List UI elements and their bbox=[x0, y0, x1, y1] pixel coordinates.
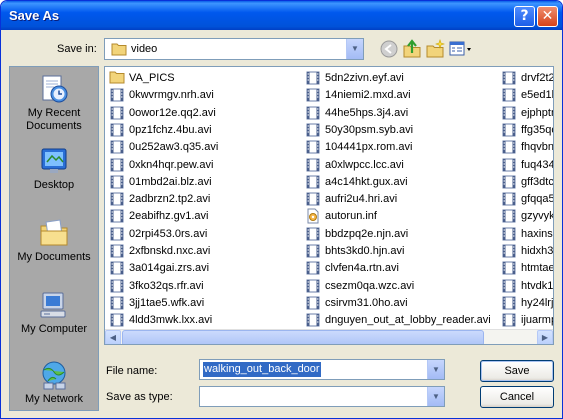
file-name: 2xfbnskd.nxc.avi bbox=[129, 245, 211, 257]
file-name: 02rpi453.0rs.avi bbox=[129, 227, 208, 240]
chevron-down-icon[interactable]: ▼ bbox=[427, 387, 444, 406]
chevron-down-icon[interactable]: ▼ bbox=[346, 39, 363, 59]
file-name: autorun.inf bbox=[325, 210, 377, 223]
file-name: gzyvykj bbox=[521, 210, 554, 223]
file-name: dnguyen_out_at_lobby_reader.avi bbox=[325, 314, 491, 327]
new-folder-icon[interactable] bbox=[425, 39, 445, 59]
file-name: gfqqa5r bbox=[521, 193, 553, 206]
desktop-icon bbox=[41, 148, 67, 173]
file-name: ffg35qc bbox=[521, 123, 554, 136]
folder-icon bbox=[111, 43, 127, 56]
place-my-computer[interactable]: My Computer bbox=[10, 289, 98, 336]
file-name: drvf2t2 bbox=[521, 72, 554, 84]
file-name: clvfen4a.rtn.avi bbox=[325, 262, 399, 275]
file-name: aufri2u4.hri.avi bbox=[325, 193, 398, 206]
file-name: a0xlwpcc.lcc.avi bbox=[325, 158, 404, 171]
save-as-dialog: Save As ? ✕ Save in: video ▼ My Recent D… bbox=[0, 0, 563, 419]
my-documents-icon bbox=[40, 219, 68, 246]
file-name: 01mbd2ai.blz.avi bbox=[129, 175, 212, 188]
up-folder-icon[interactable] bbox=[402, 39, 422, 59]
file-name-input[interactable]: walking_out_back_door ▼ bbox=[199, 359, 445, 380]
file-name: 0pz1fchz.4bu.avi bbox=[129, 123, 212, 136]
file-name: 2eabifhz.gv1.avi bbox=[129, 210, 209, 223]
save-as-type-dropdown[interactable]: ▼ bbox=[199, 386, 445, 407]
file-name: fuq434b bbox=[521, 158, 553, 171]
file-name: a4c14hkt.gux.avi bbox=[325, 175, 408, 188]
file-name: bbdzpq2e.njn.avi bbox=[325, 227, 409, 240]
file-name: 0kwvrmgv.nrh.avi bbox=[129, 89, 214, 102]
save-in-label: Save in: bbox=[57, 43, 97, 55]
file-name-value[interactable]: walking_out_back_door bbox=[203, 362, 321, 377]
help-icon: ? bbox=[520, 8, 529, 24]
file-name: 14niemi2.mxd.avi bbox=[325, 89, 411, 102]
folder-icon bbox=[109, 70, 125, 89]
file-name: 0owor12e.qq2.avi bbox=[129, 106, 216, 119]
places-bar: My Recent Documents Desktop My Documents bbox=[9, 66, 99, 411]
place-desktop[interactable]: Desktop bbox=[10, 145, 98, 192]
file-name: 104441px.rom.avi bbox=[325, 141, 413, 154]
save-in-value: video bbox=[131, 43, 158, 55]
file-name: htmtaei bbox=[521, 262, 554, 275]
file-name: gff3dtc bbox=[521, 175, 554, 188]
back-icon[interactable] bbox=[380, 39, 398, 59]
views-menu-icon[interactable] bbox=[448, 39, 474, 59]
file-name: 2adbrzn2.tp2.avi bbox=[129, 193, 211, 206]
file-name: fhqvbnz bbox=[521, 141, 554, 154]
file-name: 3a014gai.zrs.avi bbox=[129, 262, 210, 275]
help-button[interactable]: ? bbox=[514, 6, 535, 27]
file-name: 5dn2zivn.eyf.avi bbox=[325, 72, 404, 84]
my-computer-icon bbox=[40, 292, 66, 318]
file-name: hy24lrjx bbox=[521, 296, 554, 309]
file-name: ijuarmp bbox=[521, 314, 554, 327]
place-my-documents[interactable]: My Documents bbox=[10, 217, 98, 264]
file-name: bhts3kd0.hjn.avi bbox=[325, 245, 405, 257]
save-as-type-label: Save as type: bbox=[106, 391, 173, 403]
file-name: 0xkn4hqr.pew.avi bbox=[129, 158, 214, 171]
save-button[interactable]: Save bbox=[480, 360, 554, 382]
cancel-button[interactable]: Cancel bbox=[480, 386, 554, 408]
horizontal-scrollbar[interactable]: ◀ ▶ bbox=[105, 329, 553, 344]
close-button[interactable]: ✕ bbox=[537, 6, 558, 27]
file-name: 50y30psm.syb.avi bbox=[325, 123, 414, 136]
scroll-right-icon[interactable]: ▶ bbox=[537, 330, 553, 344]
file-name: htvdk1y bbox=[521, 279, 554, 292]
chevron-down-icon[interactable]: ▼ bbox=[427, 360, 444, 379]
file-name: VA_PICS bbox=[129, 72, 175, 84]
file-list[interactable]: VA_PICS 0kwvrmgv.nrh.avi 0owor12e.qq2.avi 0… bbox=[104, 66, 554, 345]
place-my-network[interactable]: My Network bbox=[10, 359, 98, 406]
file-name: 3fko32qs.rfr.avi bbox=[129, 279, 204, 292]
file-name: 3jj1tae5.wfk.avi bbox=[129, 296, 205, 309]
file-name: 4ldd3mwk.lxx.avi bbox=[129, 314, 213, 327]
file-name: 0u252aw3.q35.avi bbox=[129, 141, 219, 154]
save-in-dropdown[interactable]: video ▼ bbox=[104, 38, 364, 60]
file-name: csirvm31.0ho.avi bbox=[325, 296, 408, 309]
file-name: 44he5hps.3j4.avi bbox=[325, 106, 409, 119]
recent-documents-icon bbox=[42, 75, 68, 103]
file-name: csezm0qa.wzc.avi bbox=[325, 279, 415, 292]
place-my-recent-documents[interactable]: My Recent Documents bbox=[10, 73, 98, 133]
scrollbar-thumb[interactable] bbox=[122, 330, 484, 344]
title-bar[interactable]: Save As ? ✕ bbox=[1, 1, 562, 30]
file-name: e5ed1b bbox=[521, 89, 553, 102]
scroll-left-icon[interactable]: ◀ bbox=[105, 330, 121, 344]
my-network-icon bbox=[42, 361, 66, 390]
close-icon: ✕ bbox=[541, 8, 554, 24]
file-name: hidxh3i bbox=[521, 245, 554, 257]
file-name: haxinse bbox=[521, 227, 553, 240]
file-name: ejphptn bbox=[521, 106, 554, 119]
file-name-label: File name: bbox=[106, 365, 158, 377]
window-title: Save As bbox=[9, 8, 60, 23]
